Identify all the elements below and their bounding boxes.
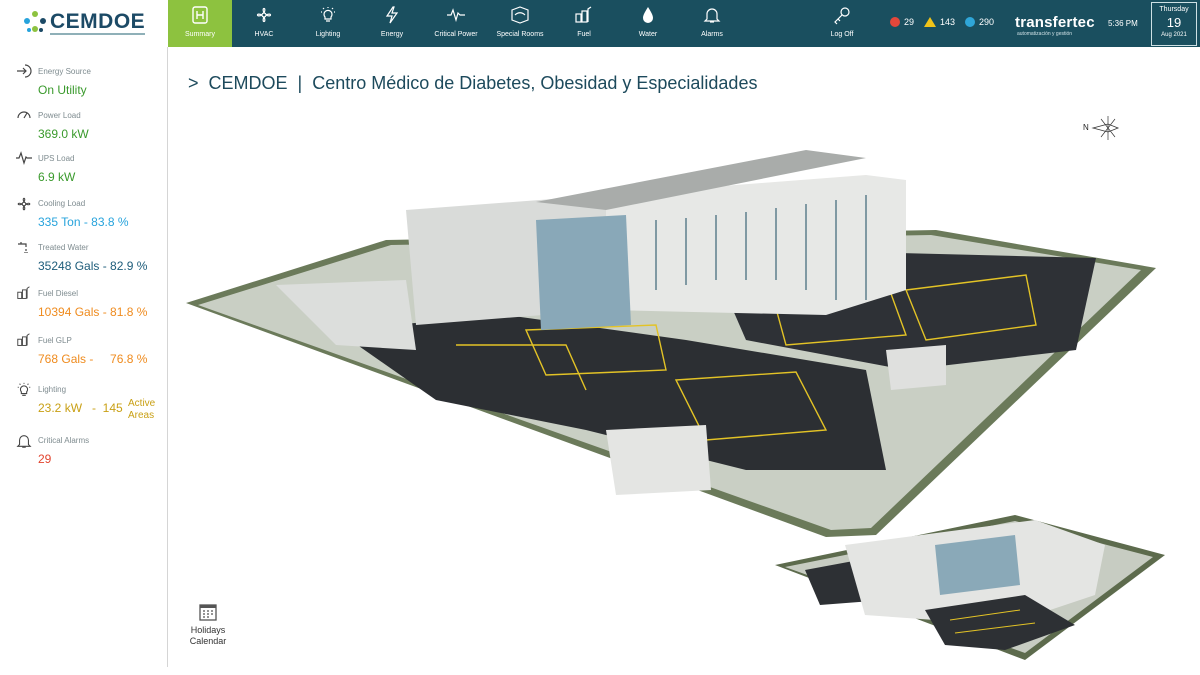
fuel-tank-icon xyxy=(17,333,30,346)
transfertec-logo: transfertec xyxy=(1015,14,1095,31)
energy-source-icon xyxy=(17,64,32,78)
nav-critical-power[interactable]: Critical Power xyxy=(424,0,488,47)
nav-water-label: Water xyxy=(638,31,658,38)
transfertec-tagline: automatización y gestión xyxy=(1017,31,1073,37)
nav-summary[interactable]: Summary xyxy=(168,0,232,47)
logo-text: CEMDOE xyxy=(50,10,146,33)
nav-lighting[interactable]: Lighting xyxy=(296,0,360,47)
fuel-tank-icon xyxy=(17,286,30,299)
date-day: 19 xyxy=(1166,15,1182,30)
critical-alarm-count: 29 xyxy=(904,17,915,27)
lighting-active-areas: Active Areas xyxy=(128,398,156,421)
lightbulb-icon xyxy=(17,382,31,396)
nav-hvac-label: HVAC xyxy=(254,31,274,38)
room-icon xyxy=(511,6,529,24)
treated-water-value: 35248 Gals - 82.9 % xyxy=(38,259,148,273)
critical-alarms-value: 29 xyxy=(38,452,52,466)
nav-energy-label: Energy xyxy=(380,31,404,38)
nav-summary-label: Summary xyxy=(185,31,215,38)
fuel-tank-icon xyxy=(575,6,592,23)
compass-icon: N xyxy=(1083,116,1120,140)
lighting-title: Lighting xyxy=(38,385,67,394)
nav-special-rooms-label: Special Rooms xyxy=(496,31,544,38)
alarm-counts[interactable]: 29 143 290 xyxy=(890,17,1000,27)
warning-alarm-count: 143 xyxy=(940,17,956,27)
fuel-glp-value: 768 Gals - 76.8 % xyxy=(38,352,148,366)
calendar-icon xyxy=(199,604,217,621)
power-load-icon xyxy=(17,111,31,119)
date-box: Thursday 19 Aug 2021 xyxy=(1151,2,1197,46)
logo: CEMDOE xyxy=(0,0,168,47)
warning-alarm-icon xyxy=(924,17,937,27)
info-alarm-icon xyxy=(965,17,976,27)
nav-water[interactable]: Water xyxy=(616,0,680,47)
nav-fuel-label: Fuel xyxy=(577,31,591,38)
nav-critical-power-label: Critical Power xyxy=(434,31,478,38)
info-alarm-count: 290 xyxy=(979,17,995,27)
ups-load-title: UPS Load xyxy=(38,154,75,163)
cooling-load-title: Cooling Load xyxy=(38,199,86,208)
cemdoe-logo-icon xyxy=(24,11,46,32)
bell-icon xyxy=(16,435,32,448)
fuel-diesel-title: Fuel Diesel xyxy=(38,289,79,298)
lightning-icon xyxy=(385,6,399,24)
page-title: > CEMDOE | Centro Médico de Diabetes, Ob… xyxy=(188,73,758,93)
nav-alarms-label: Alarms xyxy=(701,31,723,38)
main-nav: Summary HVAC Lighting Energy Critical Po… xyxy=(168,0,744,47)
cooling-load-value: 335 Ton - 83.8 % xyxy=(38,215,129,229)
compass-label: N xyxy=(1083,123,1089,132)
fuel-diesel-value: 10394 Gals - 81.8 % xyxy=(38,305,148,319)
logoff-button[interactable]: Log Off xyxy=(810,0,874,47)
fan-icon xyxy=(256,7,272,23)
logoff-label: Log Off xyxy=(830,31,854,38)
summary-icon xyxy=(192,6,208,24)
ups-load-value: 6.9 kW xyxy=(38,170,76,184)
holidays-calendar-button[interactable]: Holidays Calendar xyxy=(188,602,228,647)
power-load-value: 369.0 kW xyxy=(38,127,89,141)
bell-icon xyxy=(703,8,721,23)
date-weekday: Thursday xyxy=(1159,6,1189,13)
nav-lighting-label: Lighting xyxy=(315,31,341,38)
critical-alarm-icon xyxy=(890,17,900,27)
faucet-icon xyxy=(18,242,28,253)
nav-special-rooms[interactable]: Special Rooms xyxy=(488,0,552,47)
logo-underline xyxy=(50,33,145,35)
energy-source-title: Energy Source xyxy=(38,67,91,76)
fan-icon xyxy=(17,197,31,211)
clock-time: 5:36 PM xyxy=(1108,19,1138,28)
nav-energy[interactable]: Energy xyxy=(360,0,424,47)
fuel-glp-title: Fuel GLP xyxy=(38,336,72,345)
building-3d-render[interactable] xyxy=(186,140,1156,540)
critical-alarms-title: Critical Alarms xyxy=(38,436,90,445)
power-load-title: Power Load xyxy=(38,111,81,120)
nav-alarms[interactable]: Alarms xyxy=(680,0,744,47)
lighting-value: 23.2 kW - 145 xyxy=(38,401,123,415)
holidays-calendar-label: Holidays Calendar xyxy=(189,625,227,646)
building-minimap-render[interactable] xyxy=(775,515,1165,660)
key-icon xyxy=(834,7,850,25)
top-bar: CEMDOE Summary HVAC Lighting Energy Crit… xyxy=(0,0,1200,47)
water-drop-icon xyxy=(643,7,653,23)
energy-source-value: On Utility xyxy=(38,83,87,97)
nav-fuel[interactable]: Fuel xyxy=(552,0,616,47)
pulse-icon xyxy=(447,8,465,23)
date-month-year: Aug 2021 xyxy=(1161,32,1187,38)
sidebar: Energy Source On Utility Power Load 369.… xyxy=(0,47,168,667)
nav-hvac[interactable]: HVAC xyxy=(232,0,296,47)
treated-water-title: Treated Water xyxy=(38,243,89,252)
ups-pulse-icon xyxy=(16,151,32,165)
lightbulb-icon xyxy=(321,7,335,22)
